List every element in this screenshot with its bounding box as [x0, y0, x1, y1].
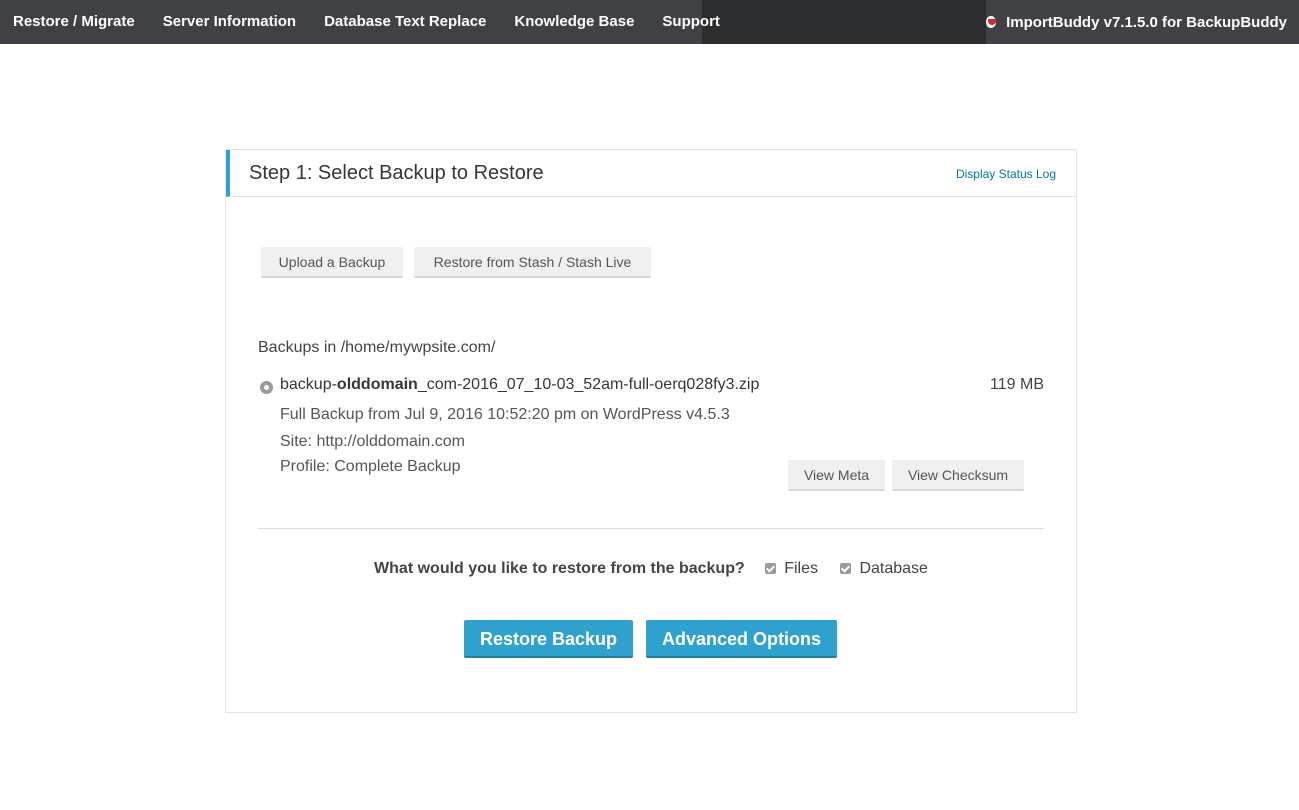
backups-directory-label: Backups in /home/mywpsite.com/ [258, 339, 496, 356]
view-meta-button[interactable]: View Meta [788, 460, 885, 491]
nav-database-text-replace[interactable]: Database Text Replace [310, 0, 500, 44]
page-title: Step 1: Select Backup to Restore [249, 162, 544, 184]
files-checkbox-label[interactable]: Files [784, 560, 818, 577]
backup-filename[interactable]: backup-olddomain_com-2016_07_10-03_52am-… [280, 376, 759, 394]
main-nav: Restore / Migrate Server Information Dat… [0, 0, 720, 44]
advanced-options-button[interactable]: Advanced Options [646, 620, 837, 658]
nav-support[interactable]: Support [648, 0, 734, 44]
backup-description: Full Backup from Jul 9, 2016 10:52:20 pm… [280, 406, 730, 423]
nav-server-information[interactable]: Server Information [149, 0, 310, 44]
database-checkbox-label[interactable]: Database [859, 560, 928, 577]
restore-options-row: What would you like to restore from the … [226, 560, 1076, 578]
nav-restore-migrate[interactable]: Restore / Migrate [0, 0, 149, 44]
files-checkbox[interactable] [765, 563, 777, 574]
restore-from-stash-button[interactable]: Restore from Stash / Stash Live [414, 247, 651, 278]
backup-site: Site: http://olddomain.com [280, 433, 465, 450]
top-navigation-bar: Restore / Migrate Server Information Dat… [0, 0, 1299, 44]
filename-domain: olddomain [336, 376, 418, 393]
panel-header: Step 1: Select Backup to Restore Display… [226, 150, 1076, 197]
step-1-panel: Step 1: Select Backup to Restore Display… [225, 149, 1077, 713]
filename-suffix: _com-2016_07_10-03_52am-full-oerq028fy3.… [417, 376, 760, 393]
backupbuddy-logo-icon [986, 16, 997, 28]
filename-prefix: backup- [280, 376, 337, 393]
backup-profile: Profile: Complete Backup [280, 458, 461, 475]
backup-select-radio[interactable] [260, 381, 273, 394]
view-checksum-button[interactable]: View Checksum [892, 460, 1024, 491]
database-checkbox[interactable] [840, 563, 852, 574]
brand: ImportBuddy v7.1.5.0 for BackupBuddy [986, 0, 1299, 44]
nav-knowledge-base[interactable]: Knowledge Base [500, 0, 648, 44]
divider [258, 528, 1044, 529]
restore-question-label: What would you like to restore from the … [374, 560, 745, 577]
upload-backup-button[interactable]: Upload a Backup [261, 247, 403, 278]
brand-title: ImportBuddy v7.1.5.0 for BackupBuddy [1006, 13, 1287, 31]
restore-backup-button[interactable]: Restore Backup [464, 620, 633, 658]
display-status-log-link[interactable]: Display Status Log [956, 167, 1056, 181]
backup-file-size: 119 MB [990, 376, 1044, 393]
